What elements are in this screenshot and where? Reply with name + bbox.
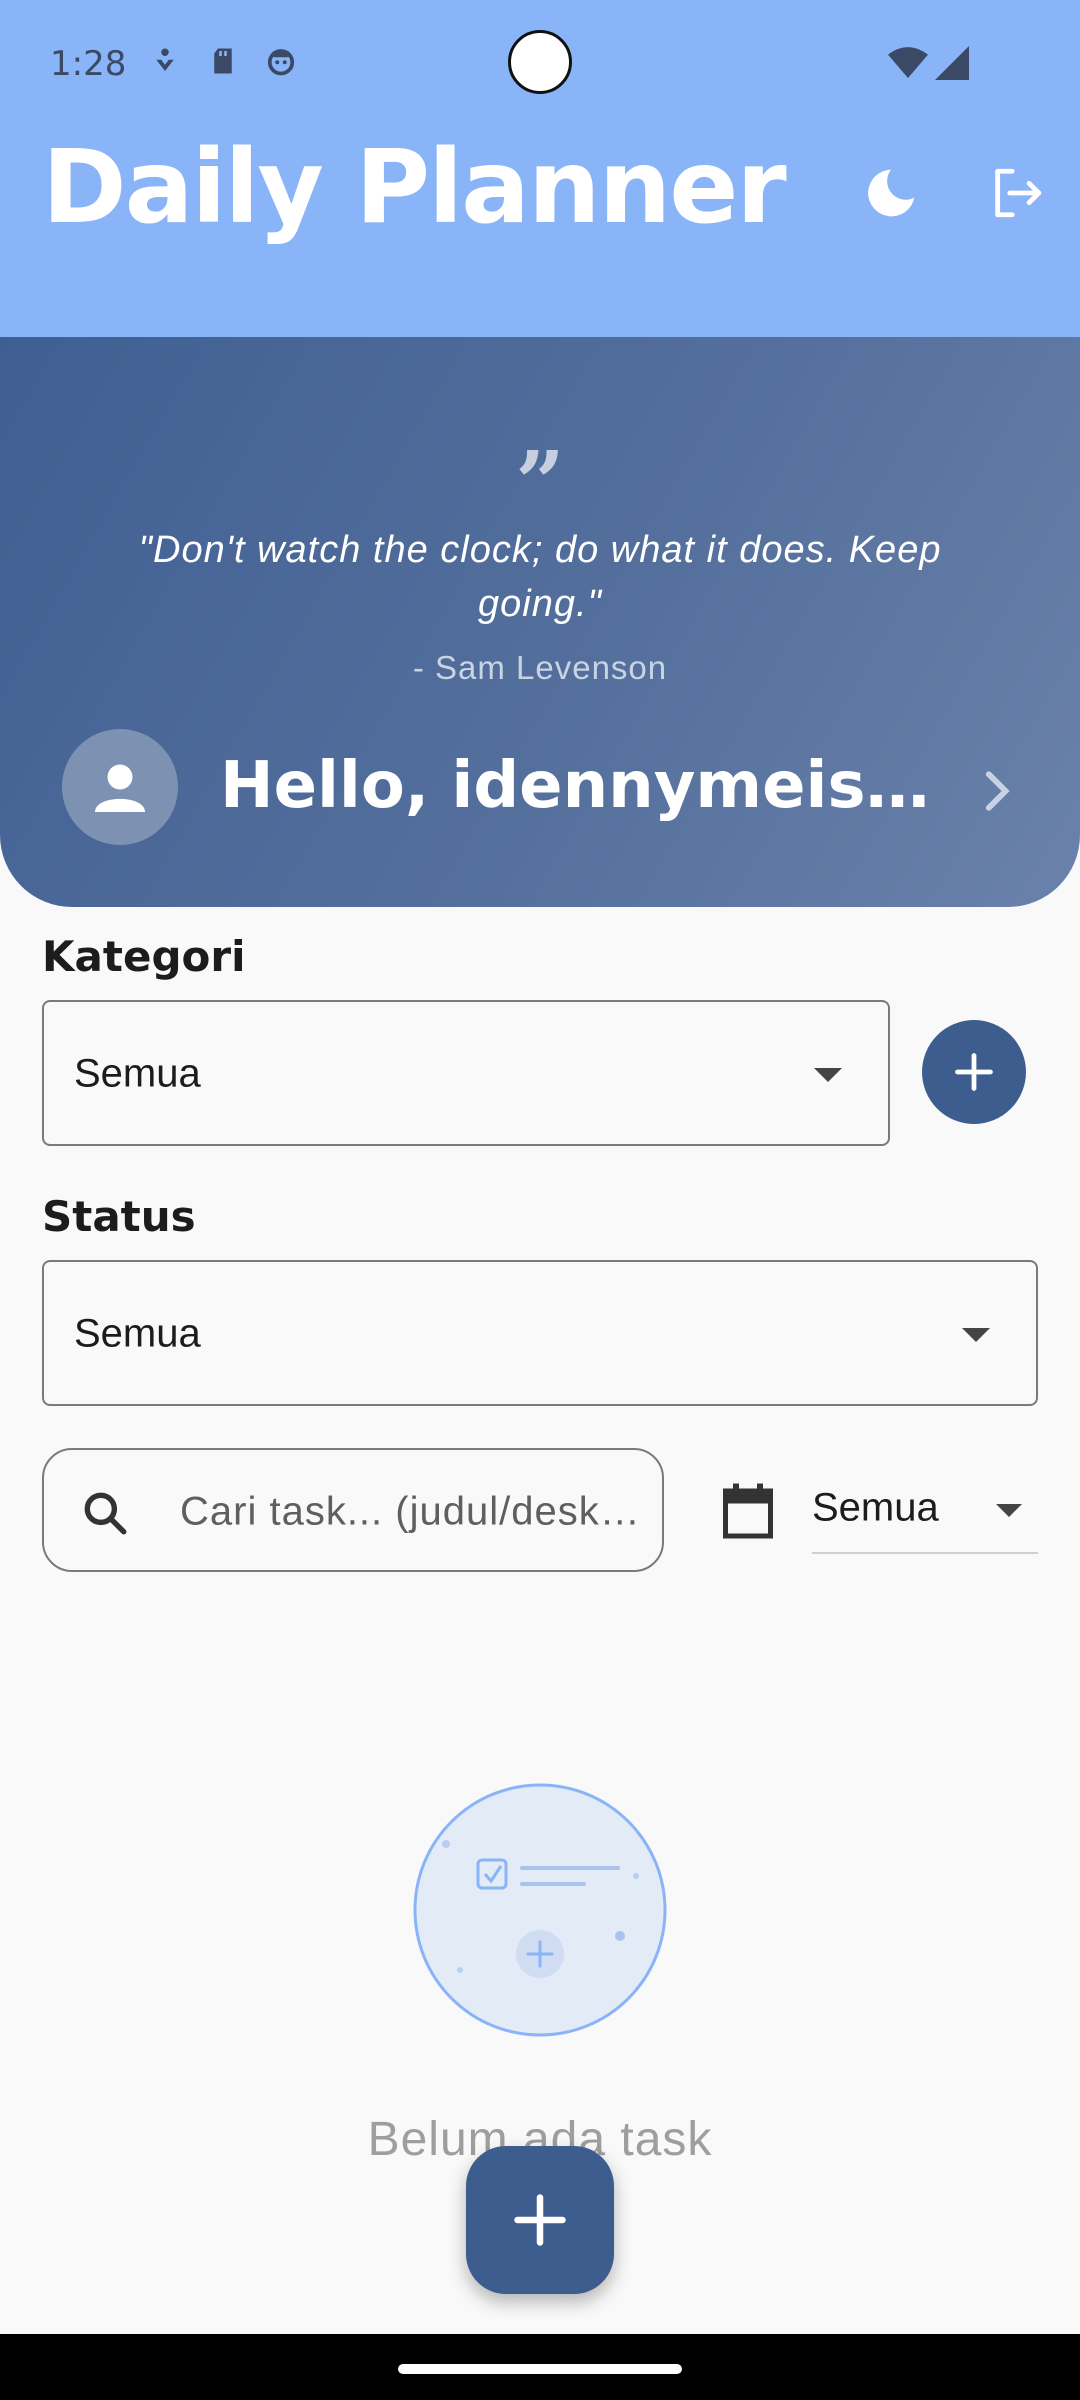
status-icons [150,46,296,76]
status-right-icons [888,46,970,80]
status-label: Status [42,1192,196,1241]
chevron-down-icon [814,1068,842,1082]
moon-icon [868,169,915,217]
quote-author: - Sam Levenson [412,649,668,686]
plus-icon [955,1053,993,1091]
search-icon [84,1492,127,1535]
sd-card-icon [214,48,232,74]
category-dropdown[interactable]: Semua [42,1000,890,1146]
android-face-icon [267,49,295,76]
camera-cutout [508,30,572,94]
theme-toggle-button[interactable] [860,162,922,224]
add-category-button[interactable] [922,1020,1026,1124]
empty-tasks-illustration [413,1783,667,2037]
app-bar: 1:28 Daily Planner [0,0,1080,337]
chevron-down-icon [996,1504,1022,1517]
category-label: Kategori [42,932,246,981]
search-input[interactable]: Cari task... (judul/deskripsi) [42,1448,664,1572]
greeting-text[interactable]: Hello, idennymeister... [220,749,960,823]
calendar-icon[interactable] [718,1480,778,1542]
date-filter-dropdown[interactable]: Semua [812,1468,1038,1554]
quote-text: "Don't watch the clock; do what it does.… [138,529,942,625]
plus-icon [514,2194,566,2246]
page-title: Daily Planner [42,128,787,247]
person-icon [95,764,145,812]
hero-banner: ” "Don't watch the clock; do what it doe… [0,337,1080,907]
chevron-right-icon[interactable] [978,767,1014,815]
home-indicator[interactable] [398,2364,682,2374]
quote-icon: ” [515,433,565,534]
date-filter-value: Semua [812,1485,939,1530]
avatar[interactable] [62,729,178,845]
wifi-icon [888,47,928,78]
accessibility-icon [156,48,174,71]
logout-icon [995,168,1042,218]
chevron-down-icon [962,1328,990,1342]
status-dropdown[interactable]: Semua [42,1260,1038,1406]
signal-icon [935,46,969,80]
add-task-button[interactable] [466,2146,614,2294]
search-placeholder: Cari task... (judul/deskripsi) [180,1489,640,1534]
status-time: 1:28 [50,44,127,84]
logout-button[interactable] [986,162,1048,224]
category-value: Semua [74,1051,201,1096]
status-value: Semua [74,1311,201,1356]
